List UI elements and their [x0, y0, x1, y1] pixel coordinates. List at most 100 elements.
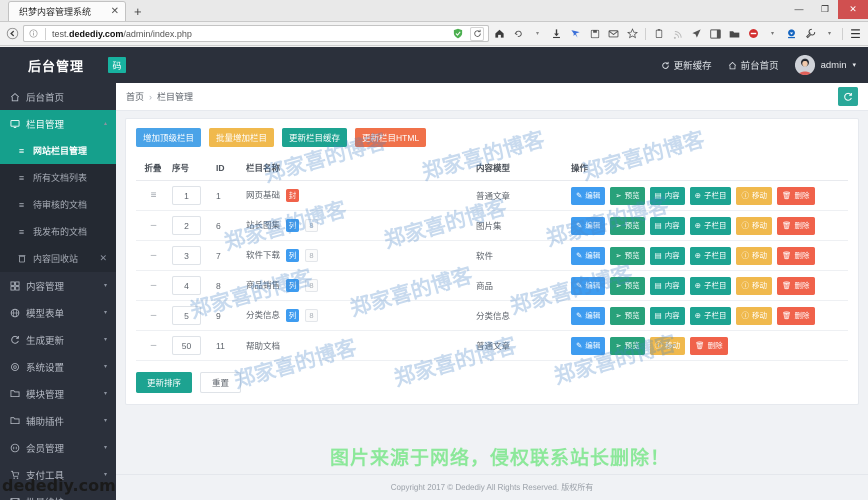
downloader-icon[interactable]	[783, 25, 800, 42]
download-icon[interactable]	[548, 25, 565, 42]
folder-icon[interactable]	[726, 25, 743, 42]
home-icon[interactable]	[491, 25, 508, 42]
move-button[interactable]: ⓘ移动	[736, 247, 772, 265]
column-name-label[interactable]: 帮助文档	[246, 341, 280, 351]
address-bar[interactable]: test.dedediy.com/admin/index.php	[23, 25, 489, 42]
move-button[interactable]: ⓘ移动	[736, 217, 772, 235]
sequence-input[interactable]	[172, 276, 201, 295]
sidebar-item-payment-tools[interactable]: 支付工具 ▾	[0, 461, 116, 488]
edit-button[interactable]: ✎编辑	[571, 337, 605, 355]
sidebar-item-pending-documents[interactable]: ≡ 待审核的文档	[0, 191, 116, 218]
column-name-label[interactable]: 软件下载	[246, 250, 280, 260]
fold-toggle-icon[interactable]: –	[151, 220, 156, 231]
new-tab-icon[interactable]: +	[126, 4, 150, 21]
move-button[interactable]: ⓘ移动	[736, 187, 772, 205]
batch-add-column-button[interactable]: 批量增加栏目	[209, 128, 274, 147]
fold-toggle-icon[interactable]: –	[151, 280, 156, 291]
content-button[interactable]: ▤内容	[650, 307, 685, 325]
sidebar-item-all-documents[interactable]: ≡ 所有文档列表	[0, 164, 116, 191]
adblock-caret-icon[interactable]: ▾	[764, 25, 781, 42]
sidebar-item-content-management[interactable]: 内容管理 ▾	[0, 272, 116, 299]
delete-button[interactable]: 🗑删除	[777, 247, 815, 265]
minimize-icon[interactable]: —	[786, 0, 812, 19]
fold-toggle-icon[interactable]: –	[151, 340, 156, 351]
fold-toggle-icon[interactable]: –	[151, 310, 156, 321]
delete-button[interactable]: 🗑删除	[777, 217, 815, 235]
content-button[interactable]: ▤内容	[650, 247, 685, 265]
maximize-icon[interactable]: ❐	[812, 0, 838, 19]
subcolumn-button[interactable]: ⊕子栏目	[690, 187, 732, 205]
sidebar-item-generate-update[interactable]: 生成更新 ▾	[0, 326, 116, 353]
back-icon[interactable]	[4, 25, 21, 42]
adblock-icon[interactable]	[745, 25, 762, 42]
sidebar-item-recycle-bin[interactable]: 内容回收站 ✕	[0, 245, 116, 272]
column-name-label[interactable]: 商品销售	[246, 280, 280, 290]
column-name-label[interactable]: 网页基础	[246, 190, 280, 200]
frontend-home-button[interactable]: 前台首页	[728, 58, 779, 72]
delete-button[interactable]: 🗑删除	[777, 307, 815, 325]
update-cache-button[interactable]: 更新缓存	[661, 58, 712, 72]
edit-button[interactable]: ✎编辑	[571, 187, 605, 205]
subcolumn-button[interactable]: ⊕子栏目	[690, 247, 732, 265]
edit-button[interactable]: ✎编辑	[571, 307, 605, 325]
sidebar-item-member-management[interactable]: 会员管理 ▾	[0, 434, 116, 461]
close-icon[interactable]: ✕	[99, 253, 107, 264]
sequence-input[interactable]	[172, 186, 201, 205]
sidebar-item-model-forms[interactable]: 模型表单 ▾	[0, 299, 116, 326]
delete-button[interactable]: 🗑删除	[777, 277, 815, 295]
subcolumn-button[interactable]: ⊕子栏目	[690, 217, 732, 235]
sequence-input[interactable]	[172, 246, 201, 265]
fold-toggle-icon[interactable]: ≡	[151, 190, 156, 201]
rss-icon[interactable]	[669, 25, 686, 42]
update-column-html-button[interactable]: 更新栏目HTML	[355, 128, 426, 147]
move-button[interactable]: ⓘ移动	[736, 307, 772, 325]
preview-button[interactable]: ➢预览	[610, 187, 644, 205]
column-name-label[interactable]: 分类信息	[246, 310, 280, 320]
edit-button[interactable]: ✎编辑	[571, 217, 605, 235]
sidebar-item-column-management[interactable]: 栏目管理 ▴	[0, 110, 116, 137]
pocket-icon[interactable]	[567, 25, 584, 42]
preview-button[interactable]: ➢预览	[610, 307, 644, 325]
update-column-cache-button[interactable]: 更新栏目缓存	[282, 128, 347, 147]
preview-button[interactable]: ➢预览	[610, 247, 644, 265]
move-button[interactable]: ⓘ移动	[736, 277, 772, 295]
fold-toggle-icon[interactable]: –	[151, 250, 156, 261]
sidebar-item-dashboard[interactable]: 后台首页	[0, 83, 116, 110]
delete-button[interactable]: 🗑删除	[777, 187, 815, 205]
extension-caret-icon[interactable]: ▾	[821, 25, 838, 42]
sidebar-item-site-columns[interactable]: ≡ 网站栏目管理	[0, 137, 116, 164]
close-icon[interactable]: ✕	[838, 0, 868, 19]
save-page-icon[interactable]	[586, 25, 603, 42]
subcolumn-button[interactable]: ⊕子栏目	[690, 307, 732, 325]
preview-button[interactable]: ➢预览	[610, 337, 644, 355]
subcolumn-button[interactable]: ⊕子栏目	[690, 277, 732, 295]
send-icon[interactable]	[688, 25, 705, 42]
add-top-column-button[interactable]: 增加顶级栏目	[136, 128, 201, 147]
preview-button[interactable]: ➢预览	[610, 277, 644, 295]
sidebar-toggle-icon[interactable]	[707, 25, 724, 42]
sequence-input[interactable]	[172, 216, 201, 235]
sequence-input[interactable]	[172, 336, 201, 355]
update-sort-button[interactable]: 更新排序	[136, 372, 192, 393]
shield-icon[interactable]	[449, 25, 466, 42]
sidebar-item-module-management[interactable]: 模块管理 ▾	[0, 380, 116, 407]
bookmark-star-icon[interactable]	[624, 25, 641, 42]
preview-button[interactable]: ➢预览	[610, 217, 644, 235]
column-name-label[interactable]: 站长图集	[246, 220, 280, 230]
reset-button[interactable]: 重置	[200, 372, 241, 393]
browser-tab[interactable]: 织梦内容管理系统 ✕	[8, 1, 126, 21]
undo-icon[interactable]	[510, 25, 527, 42]
page-info-icon[interactable]	[28, 25, 39, 42]
move-button[interactable]: ⓘ移动	[650, 337, 686, 355]
reload-icon[interactable]	[470, 27, 484, 41]
edit-button[interactable]: ✎编辑	[571, 277, 605, 295]
sidebar-item-plugins[interactable]: 辅助插件 ▾	[0, 407, 116, 434]
clipboard-icon[interactable]	[650, 25, 667, 42]
mail-icon[interactable]	[605, 25, 622, 42]
content-button[interactable]: ▤内容	[650, 187, 685, 205]
menu-icon[interactable]: ☰	[847, 25, 864, 42]
dropdown-caret-icon[interactable]: ▾	[529, 25, 546, 42]
edit-button[interactable]: ✎编辑	[571, 247, 605, 265]
sidebar-item-my-documents[interactable]: ≡ 我发布的文档	[0, 218, 116, 245]
delete-button[interactable]: 🗑删除	[690, 337, 728, 355]
